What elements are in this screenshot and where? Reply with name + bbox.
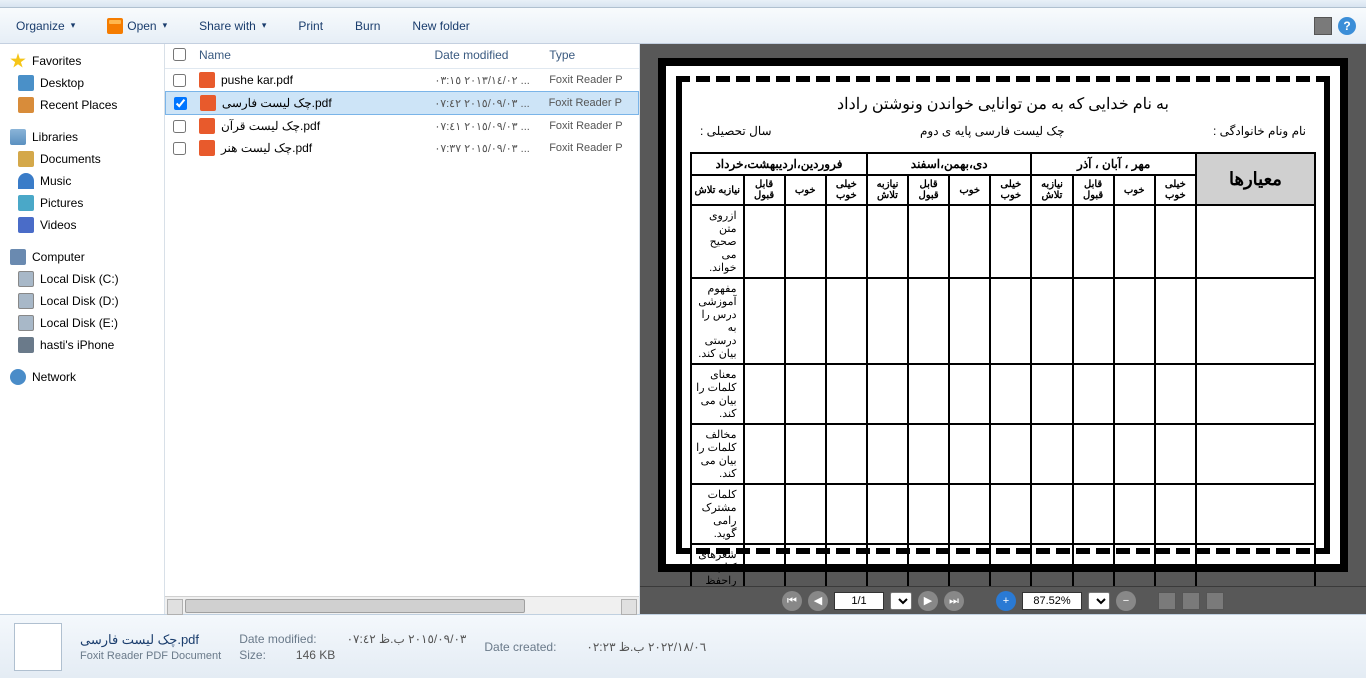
desktop-icon	[18, 75, 34, 91]
sidebar-disk-d[interactable]: Local Disk (D:)	[0, 290, 164, 312]
music-icon	[18, 173, 34, 189]
file-row[interactable]: چک لیست هنر.pdf ٢٠١٥/٠٩/٠٣ ٠٧:٣٧ ... Fox…	[165, 137, 639, 159]
sidebar-documents[interactable]: Documents	[0, 148, 164, 170]
rotate-left-button[interactable]	[1158, 592, 1176, 610]
first-page-button[interactable]: ⏮	[782, 591, 802, 611]
status-bar: چک لیست فارسی.pdf Foxit Reader PDF Docum…	[0, 614, 1366, 678]
file-checkbox[interactable]	[173, 142, 186, 155]
doc-info-row: نام ونام خانوادگی : چک لیست فارسی پایه ی…	[700, 124, 1306, 138]
documents-icon	[18, 151, 34, 167]
doc-title: به نام خدایی که به من توانایی خواندن ونو…	[690, 94, 1316, 114]
pdf-icon	[199, 140, 215, 156]
sidebar-desktop[interactable]: Desktop	[0, 72, 164, 94]
file-name: pushe kar.pdf	[221, 73, 293, 87]
file-name: چک لیست فارسی.pdf	[222, 96, 332, 110]
sidebar-disk-c[interactable]: Local Disk (C:)	[0, 268, 164, 290]
preview-pane: به نام خدایی که به من توانایی خواندن ونو…	[640, 44, 1366, 614]
horizontal-scrollbar[interactable]	[165, 596, 639, 614]
col-type[interactable]: Type	[549, 48, 639, 64]
sidebar-videos[interactable]: Videos	[0, 214, 164, 236]
share-button[interactable]: Share with	[193, 15, 272, 37]
disk-icon	[18, 293, 34, 309]
help-icon[interactable]: ?	[1338, 17, 1356, 35]
sidebar-recent[interactable]: Recent Places	[0, 94, 164, 116]
favorites-header[interactable]: Favorites	[0, 50, 164, 72]
zoom-in-button[interactable]: +	[996, 591, 1016, 611]
file-row[interactable]: چک لیست قرآن.pdf ٢٠١٥/٠٩/٠٣ ٠٧:٤١ ... Fo…	[165, 115, 639, 137]
network-header[interactable]: Network	[0, 366, 164, 388]
file-row[interactable]: چک لیست فارسی.pdf ٢٠١٥/٠٩/٠٣ ٠٧:٤٢ ... F…	[165, 91, 639, 115]
computer-header[interactable]: Computer	[0, 246, 164, 268]
next-page-button[interactable]: ▶	[918, 591, 938, 611]
open-button[interactable]: Open	[101, 14, 173, 38]
page-input[interactable]	[834, 592, 884, 610]
file-name: چک لیست هنر.pdf	[221, 141, 312, 155]
pdf-page: به نام خدایی که به من توانایی خواندن ونو…	[658, 58, 1348, 572]
file-date: ٢٠١٥/٠٩/٠٣ ٠٧:٤٢ ...	[434, 97, 548, 110]
file-checkbox[interactable]	[173, 120, 186, 133]
pdf-toolbar: ⏮ ◀ ▶ ⏭ + −	[640, 586, 1366, 614]
computer-icon	[10, 249, 26, 265]
file-list: Name Date modified Type pushe kar.pdf ٢٠…	[165, 44, 640, 614]
zoom-select[interactable]	[1088, 592, 1110, 610]
file-date: ٢٠١٣/١٤/٠٢ ٠٣:١٥ ...	[434, 74, 549, 87]
file-type: Foxit Reader P	[549, 142, 639, 154]
star-icon	[10, 53, 26, 69]
file-type: Foxit Reader P	[549, 120, 639, 132]
zoom-input[interactable]	[1022, 592, 1082, 610]
file-date: ٢٠١٥/٠٩/٠٣ ٠٧:٣٧ ...	[434, 142, 549, 155]
sidebar-music[interactable]: Music	[0, 170, 164, 192]
pdf-icon	[199, 72, 215, 88]
nav-sidebar: Favorites Desktop Recent Places Librarie…	[0, 44, 165, 614]
sidebar-disk-e[interactable]: Local Disk (E:)	[0, 312, 164, 334]
file-type: Foxit Reader P	[549, 74, 639, 86]
file-header: Name Date modified Type	[165, 44, 639, 69]
libraries-header[interactable]: Libraries	[0, 126, 164, 148]
col-name[interactable]: Name	[195, 48, 435, 64]
status-filetype: Foxit Reader PDF Document	[80, 650, 221, 662]
iphone-icon	[18, 337, 34, 353]
scroll-thumb[interactable]	[185, 599, 525, 613]
doc-table: معیارهامهر ، آبان ، آذردی،بهمن،اسفندفرور…	[690, 152, 1316, 586]
status-thumbnail	[14, 623, 62, 671]
pictures-icon	[18, 195, 34, 211]
organize-button[interactable]: Organize	[10, 15, 81, 37]
disk-icon	[18, 271, 34, 287]
file-name: چک لیست قرآن.pdf	[221, 119, 320, 133]
file-checkbox[interactable]	[174, 97, 187, 110]
last-page-button[interactable]: ⏭	[944, 591, 964, 611]
file-date: ٢٠١٥/٠٩/٠٣ ٠٧:٤١ ...	[434, 120, 549, 133]
title-bar	[0, 0, 1366, 8]
prev-page-button[interactable]: ◀	[808, 591, 828, 611]
preview-pane-toggle[interactable]	[1314, 17, 1332, 35]
page-select[interactable]	[890, 592, 912, 610]
sidebar-iphone[interactable]: hasti's iPhone	[0, 334, 164, 356]
rotate-right-button[interactable]	[1182, 592, 1200, 610]
zoom-out-button[interactable]: −	[1116, 591, 1136, 611]
videos-icon	[18, 217, 34, 233]
library-icon	[10, 129, 26, 145]
status-filename: چک لیست فارسی.pdf	[80, 632, 221, 648]
file-checkbox[interactable]	[173, 74, 186, 87]
network-icon	[10, 369, 26, 385]
col-date[interactable]: Date modified	[434, 48, 549, 64]
pdf-icon	[199, 118, 215, 134]
open-icon	[107, 18, 123, 34]
recent-icon	[18, 97, 34, 113]
select-all-checkbox[interactable]	[173, 48, 186, 61]
newfolder-button[interactable]: New folder	[406, 15, 475, 37]
fit-page-button[interactable]	[1206, 592, 1224, 610]
disk-icon	[18, 315, 34, 331]
sidebar-pictures[interactable]: Pictures	[0, 192, 164, 214]
toolbar: Organize Open Share with Print Burn New …	[0, 8, 1366, 44]
file-row[interactable]: pushe kar.pdf ٢٠١٣/١٤/٠٢ ٠٣:١٥ ... Foxit…	[165, 69, 639, 91]
file-type: Foxit Reader P	[549, 97, 638, 109]
print-button[interactable]: Print	[292, 15, 329, 37]
pdf-icon	[200, 95, 216, 111]
burn-button[interactable]: Burn	[349, 15, 386, 37]
